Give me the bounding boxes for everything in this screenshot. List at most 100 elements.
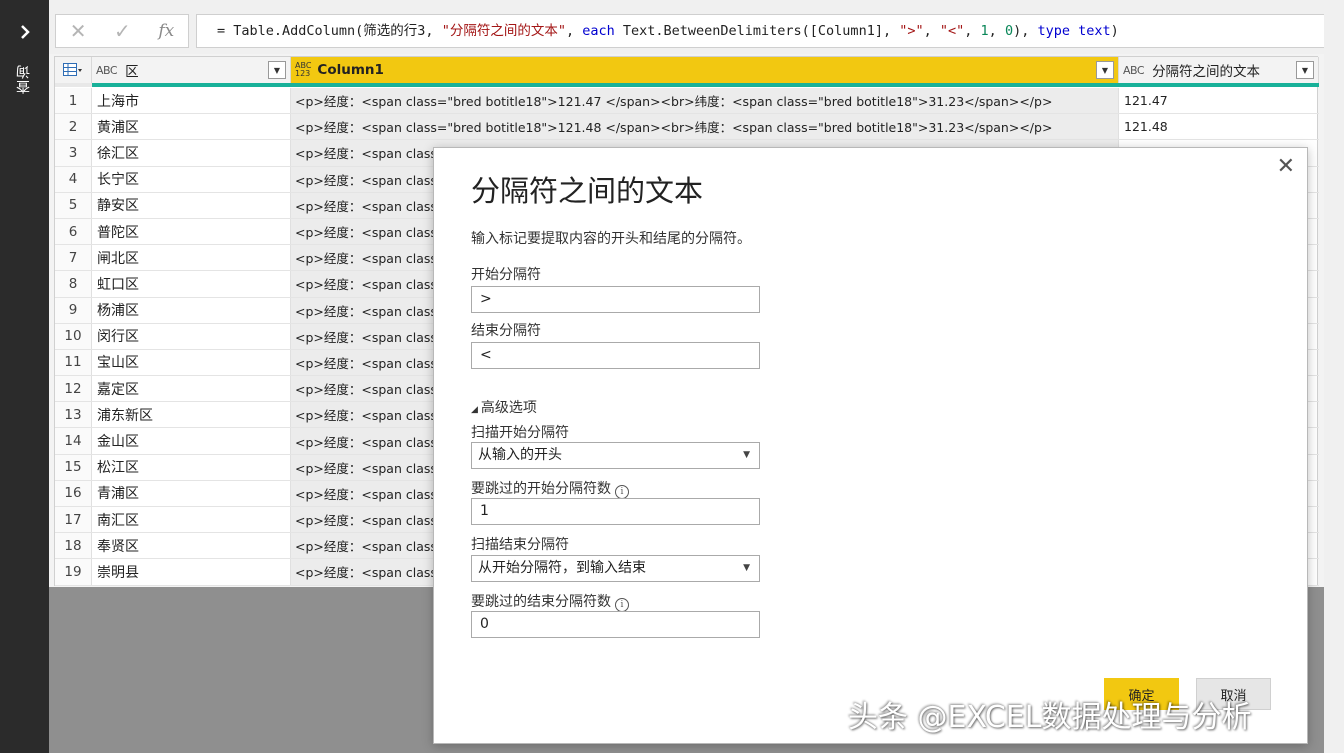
- column-header-label: Column1: [317, 62, 384, 78]
- skip-start-label: 要跳过的开始分隔符数 i: [471, 478, 629, 499]
- cell-qu[interactable]: 奉贤区: [92, 533, 291, 559]
- start-delimiter-input[interactable]: >: [471, 286, 760, 313]
- row-number[interactable]: 10: [55, 323, 92, 349]
- column-header-between-delimiters[interactable]: ABC 分隔符之间的文本 ▼: [1119, 57, 1319, 83]
- chevron-down-icon: ▼: [743, 563, 750, 573]
- formula-text: ,: [988, 23, 1005, 39]
- cell-qu[interactable]: 长宁区: [92, 166, 291, 192]
- table-row[interactable]: 2 黄浦区 <p>经度：<span class="bred botitle18">1…: [55, 114, 1319, 141]
- between-delimiters-dialog: ✕ 分隔符之间的文本 输入标记要提取内容的开头和结尾的分隔符。 开始分隔符 > …: [433, 147, 1308, 744]
- row-number[interactable]: 7: [55, 245, 92, 271]
- cell-qu[interactable]: 崇明县: [92, 559, 291, 585]
- table-menu-icon[interactable]: [55, 57, 92, 83]
- formula-text: ),: [1013, 23, 1038, 39]
- row-number[interactable]: 1: [55, 88, 92, 114]
- cell-qu[interactable]: 虹口区: [92, 271, 291, 297]
- cell-qu[interactable]: 上海市: [92, 88, 291, 114]
- row-number[interactable]: 18: [55, 533, 92, 559]
- cell-qu[interactable]: 松江区: [92, 454, 291, 480]
- scan-end-select[interactable]: 从开始分隔符，到输入结束 ▼: [471, 555, 760, 582]
- formula-string: "<": [939, 23, 965, 39]
- scan-start-select[interactable]: 从输入的开头 ▼: [471, 442, 760, 469]
- start-delimiter-label: 开始分隔符: [471, 267, 541, 283]
- formula-number: 1: [980, 23, 989, 39]
- row-number[interactable]: 16: [55, 480, 92, 506]
- cancel-x-icon[interactable]: ✕: [70, 19, 87, 43]
- column-header-column1[interactable]: ABC 123 Column1 ▼: [291, 57, 1119, 83]
- skip-end-input[interactable]: 0: [471, 611, 760, 638]
- info-icon[interactable]: i: [615, 485, 629, 499]
- scan-end-label: 扫描结束分隔符: [471, 537, 569, 553]
- row-number[interactable]: 6: [55, 218, 92, 245]
- table-row[interactable]: 1 上海市 <p>经度：<span class="bred botitle18">1…: [55, 88, 1319, 115]
- cell-column1[interactable]: <p>经度：<span class="bred botitle18">121.4…: [291, 114, 1119, 140]
- row-number[interactable]: 19: [55, 559, 92, 585]
- filter-dropdown-icon[interactable]: ▼: [268, 61, 286, 79]
- cell-qu[interactable]: 闸北区: [92, 245, 291, 271]
- cell-between-delimiters[interactable]: 121.48: [1119, 114, 1319, 139]
- cell-qu[interactable]: 闵行区: [92, 323, 291, 349]
- text-type-icon[interactable]: ABC: [96, 64, 118, 77]
- cell-qu[interactable]: 普陀区: [92, 218, 291, 245]
- row-number[interactable]: 15: [55, 454, 92, 480]
- advanced-options-label: 高级选项: [480, 400, 537, 416]
- cell-qu[interactable]: 南汇区: [92, 507, 291, 533]
- right-scrollbar[interactable]: [1324, 0, 1344, 753]
- row-number[interactable]: 5: [55, 192, 92, 218]
- chevron-down-icon: ▼: [743, 450, 750, 460]
- formula-string: ">": [899, 23, 924, 39]
- cell-qu[interactable]: 嘉定区: [92, 376, 291, 402]
- formula-input[interactable]: = Table.AddColumn(筛选的行3, "分隔符之间的文本", eac…: [196, 14, 1344, 48]
- cell-qu[interactable]: 杨浦区: [92, 297, 291, 323]
- skip-start-input[interactable]: 1: [471, 498, 760, 525]
- formula-text: ,: [565, 23, 583, 39]
- info-icon[interactable]: i: [615, 598, 629, 612]
- scan-start-label: 扫描开始分隔符: [471, 425, 569, 441]
- confirm-check-icon[interactable]: ✓: [114, 19, 131, 43]
- queries-label[interactable]: 查询: [14, 64, 34, 94]
- cell-qu[interactable]: 黄浦区: [92, 114, 291, 140]
- cell-qu[interactable]: 宝山区: [92, 349, 291, 376]
- formula-text: ): [1110, 23, 1119, 39]
- formula-controls: ✕ ✓ fx: [55, 14, 189, 48]
- row-number[interactable]: 13: [55, 402, 92, 428]
- row-number[interactable]: 8: [55, 271, 92, 297]
- filter-dropdown-icon[interactable]: ▼: [1296, 61, 1314, 79]
- watermark: 头条 @EXCEL数据处理与分析: [848, 700, 1252, 735]
- formula-number: 0: [1004, 23, 1014, 39]
- dialog-description: 输入标记要提取内容的开头和结尾的分隔符。: [471, 231, 751, 247]
- cell-qu[interactable]: 青浦区: [92, 480, 291, 506]
- formula-keyword: text: [1078, 23, 1111, 39]
- query-rail: 查询: [0, 0, 49, 753]
- formula-text: Text.BetweenDelimiters([Column1],: [614, 23, 900, 39]
- skip-end-label: 要跳过的结束分隔符数 i: [471, 591, 629, 612]
- cell-qu[interactable]: 浦东新区: [92, 402, 291, 428]
- row-number[interactable]: 11: [55, 349, 92, 376]
- row-number[interactable]: 2: [55, 114, 92, 140]
- expand-chevron-icon[interactable]: [0, 14, 49, 50]
- cell-qu[interactable]: 金山区: [92, 428, 291, 454]
- row-number[interactable]: 17: [55, 507, 92, 533]
- cell-qu[interactable]: 徐汇区: [92, 140, 291, 166]
- row-number[interactable]: 4: [55, 166, 92, 192]
- formula-area: ✕ ✓ fx = Table.AddColumn(筛选的行3, "分隔符之间的文…: [49, 0, 1344, 54]
- any-type-icon[interactable]: ABC 123: [295, 62, 311, 78]
- text-type-icon[interactable]: ABC: [1123, 64, 1145, 77]
- collapse-triangle-icon: ◢: [471, 405, 478, 415]
- close-icon[interactable]: ✕: [1277, 154, 1295, 179]
- row-number[interactable]: 14: [55, 428, 92, 454]
- formula-keyword: type: [1037, 23, 1070, 39]
- column-header-qu[interactable]: ABC 区 ▼: [92, 57, 291, 83]
- row-number[interactable]: 9: [55, 297, 92, 323]
- end-delimiter-input[interactable]: <: [471, 342, 760, 369]
- fx-icon[interactable]: fx: [158, 21, 174, 41]
- cell-column1[interactable]: <p>经度：<span class="bred botitle18">121.4…: [291, 88, 1119, 114]
- end-delimiter-label: 结束分隔符: [471, 323, 541, 339]
- formula-string: "分隔符之间的文本": [441, 23, 566, 39]
- row-number[interactable]: 3: [55, 140, 92, 166]
- cell-qu[interactable]: 静安区: [92, 192, 291, 218]
- filter-dropdown-icon[interactable]: ▼: [1096, 61, 1114, 79]
- row-number[interactable]: 12: [55, 376, 92, 402]
- advanced-options-toggle[interactable]: ◢ 高级选项: [471, 397, 537, 417]
- cell-between-delimiters[interactable]: 121.47: [1119, 88, 1319, 113]
